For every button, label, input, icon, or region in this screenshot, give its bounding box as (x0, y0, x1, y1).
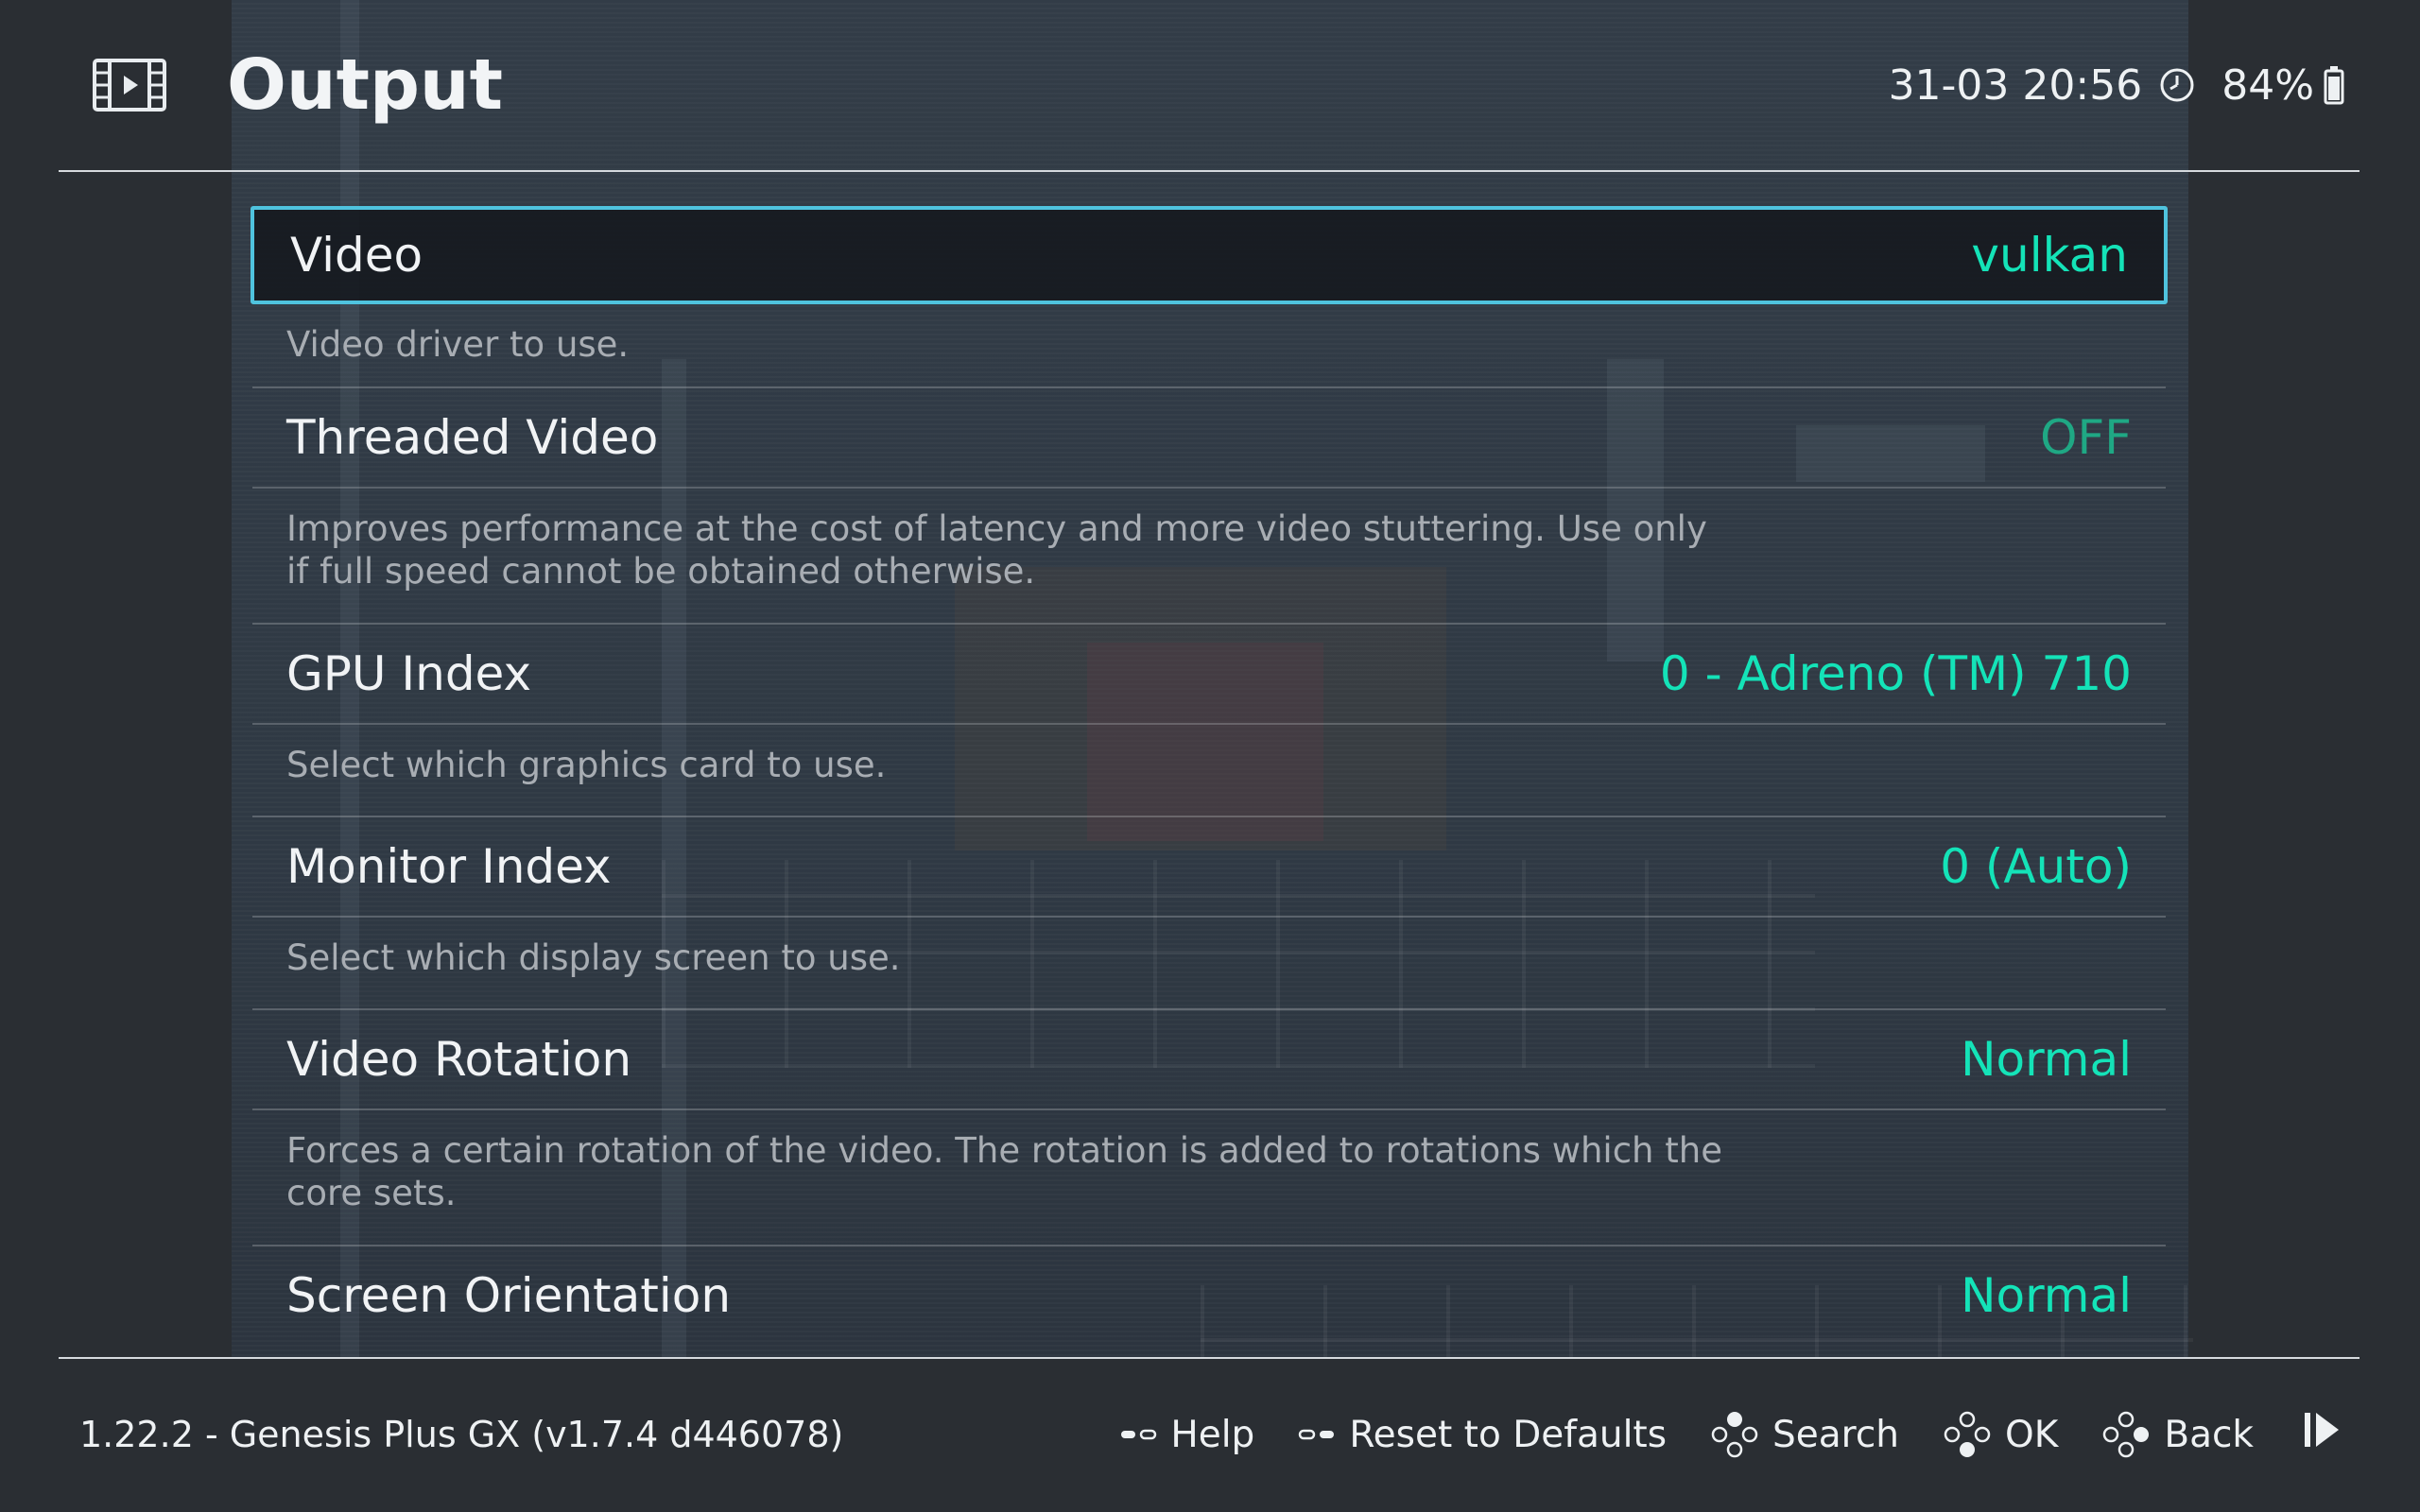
battery-icon (2324, 65, 2344, 105)
setting-description: Video driver to use. (286, 324, 630, 365)
ok-action[interactable]: OK (1943, 1410, 2058, 1459)
face-button-top-icon (1710, 1410, 1759, 1459)
setting-screen-orientation[interactable]: Screen Orientation Normal (251, 1246, 2168, 1345)
setting-value: Normal (1961, 1268, 2132, 1323)
reset-label: Reset to Defaults (1349, 1413, 1668, 1456)
face-button-right-icon (2101, 1410, 2151, 1459)
setting-description: Improves performance at the cost of late… (286, 508, 1707, 592)
setting-value: vulkan (1971, 228, 2128, 283)
film-icon (93, 59, 166, 112)
setting-threaded-video[interactable]: Threaded Video OFF Improves performance … (251, 388, 2168, 625)
setting-description: Forces a certain rotation of the video. … (286, 1130, 1722, 1213)
search-label: Search (1772, 1413, 1900, 1456)
select-button-icon (1119, 1425, 1157, 1444)
clock-icon (2159, 67, 2195, 103)
setting-value: 0 (Auto) (1940, 839, 2132, 894)
setting-label: Video Rotation (286, 1032, 632, 1087)
face-button-bottom-icon (1943, 1410, 1992, 1459)
setting-row[interactable]: Monitor Index 0 (Auto) (251, 817, 2168, 916)
setting-monitor-index[interactable]: Monitor Index 0 (Auto) Select which disp… (251, 817, 2168, 1010)
setting-label: Video (290, 228, 424, 283)
start-button-icon (1298, 1425, 1336, 1444)
setting-value: Normal (1961, 1032, 2132, 1087)
resume-icon[interactable] (2301, 1409, 2342, 1460)
reset-defaults-action[interactable]: Reset to Defaults (1298, 1414, 1667, 1456)
datetime: 31-03 20:56 (1888, 60, 2143, 110)
header: Output 31-03 20:56 84% (0, 0, 2420, 172)
setting-row[interactable]: GPU Index 0 - Adreno (TM) 710 (251, 625, 2168, 723)
setting-value: 0 - Adreno (TM) 710 (1659, 646, 2132, 701)
footer-actions: Help Reset to Defaults Search OK Back (1119, 1404, 2342, 1465)
setting-label: Monitor Index (286, 839, 612, 894)
setting-row[interactable]: Video Rotation Normal (251, 1010, 2168, 1108)
setting-row[interactable]: Video vulkan (251, 206, 2168, 304)
setting-value: OFF (2040, 410, 2132, 465)
setting-gpu-index[interactable]: GPU Index 0 - Adreno (TM) 710 Select whi… (251, 625, 2168, 817)
setting-row[interactable]: Screen Orientation Normal (251, 1246, 2168, 1345)
ok-label: OK (2005, 1413, 2059, 1456)
settings-list: Video vulkan Video driver to use. Thread… (251, 206, 2168, 1345)
footer: 1.22.2 - Genesis Plus GX (v1.7.4 d446078… (0, 1359, 2420, 1512)
battery-level: 84% (2221, 60, 2314, 110)
search-action[interactable]: Search (1710, 1410, 1899, 1459)
setting-label: GPU Index (286, 646, 532, 701)
setting-label: Screen Orientation (286, 1268, 732, 1323)
setting-description: Select which graphics card to use. (286, 745, 887, 785)
back-action[interactable]: Back (2101, 1410, 2254, 1459)
help-label: Help (1170, 1413, 1255, 1456)
help-action[interactable]: Help (1119, 1414, 1254, 1456)
setting-label: Threaded Video (286, 410, 659, 465)
back-label: Back (2164, 1413, 2254, 1456)
status-area: 31-03 20:56 84% (1889, 55, 2344, 115)
setting-row[interactable]: Threaded Video OFF (251, 388, 2168, 487)
setting-video[interactable]: Video vulkan Video driver to use. (251, 206, 2168, 388)
page-title: Output (227, 44, 503, 126)
setting-description: Select which display screen to use. (286, 937, 901, 978)
version-info: 1.22.2 - Genesis Plus GX (v1.7.4 d446078… (79, 1414, 844, 1455)
setting-video-rotation[interactable]: Video Rotation Normal Forces a certain r… (251, 1010, 2168, 1246)
header-divider (59, 170, 2360, 172)
